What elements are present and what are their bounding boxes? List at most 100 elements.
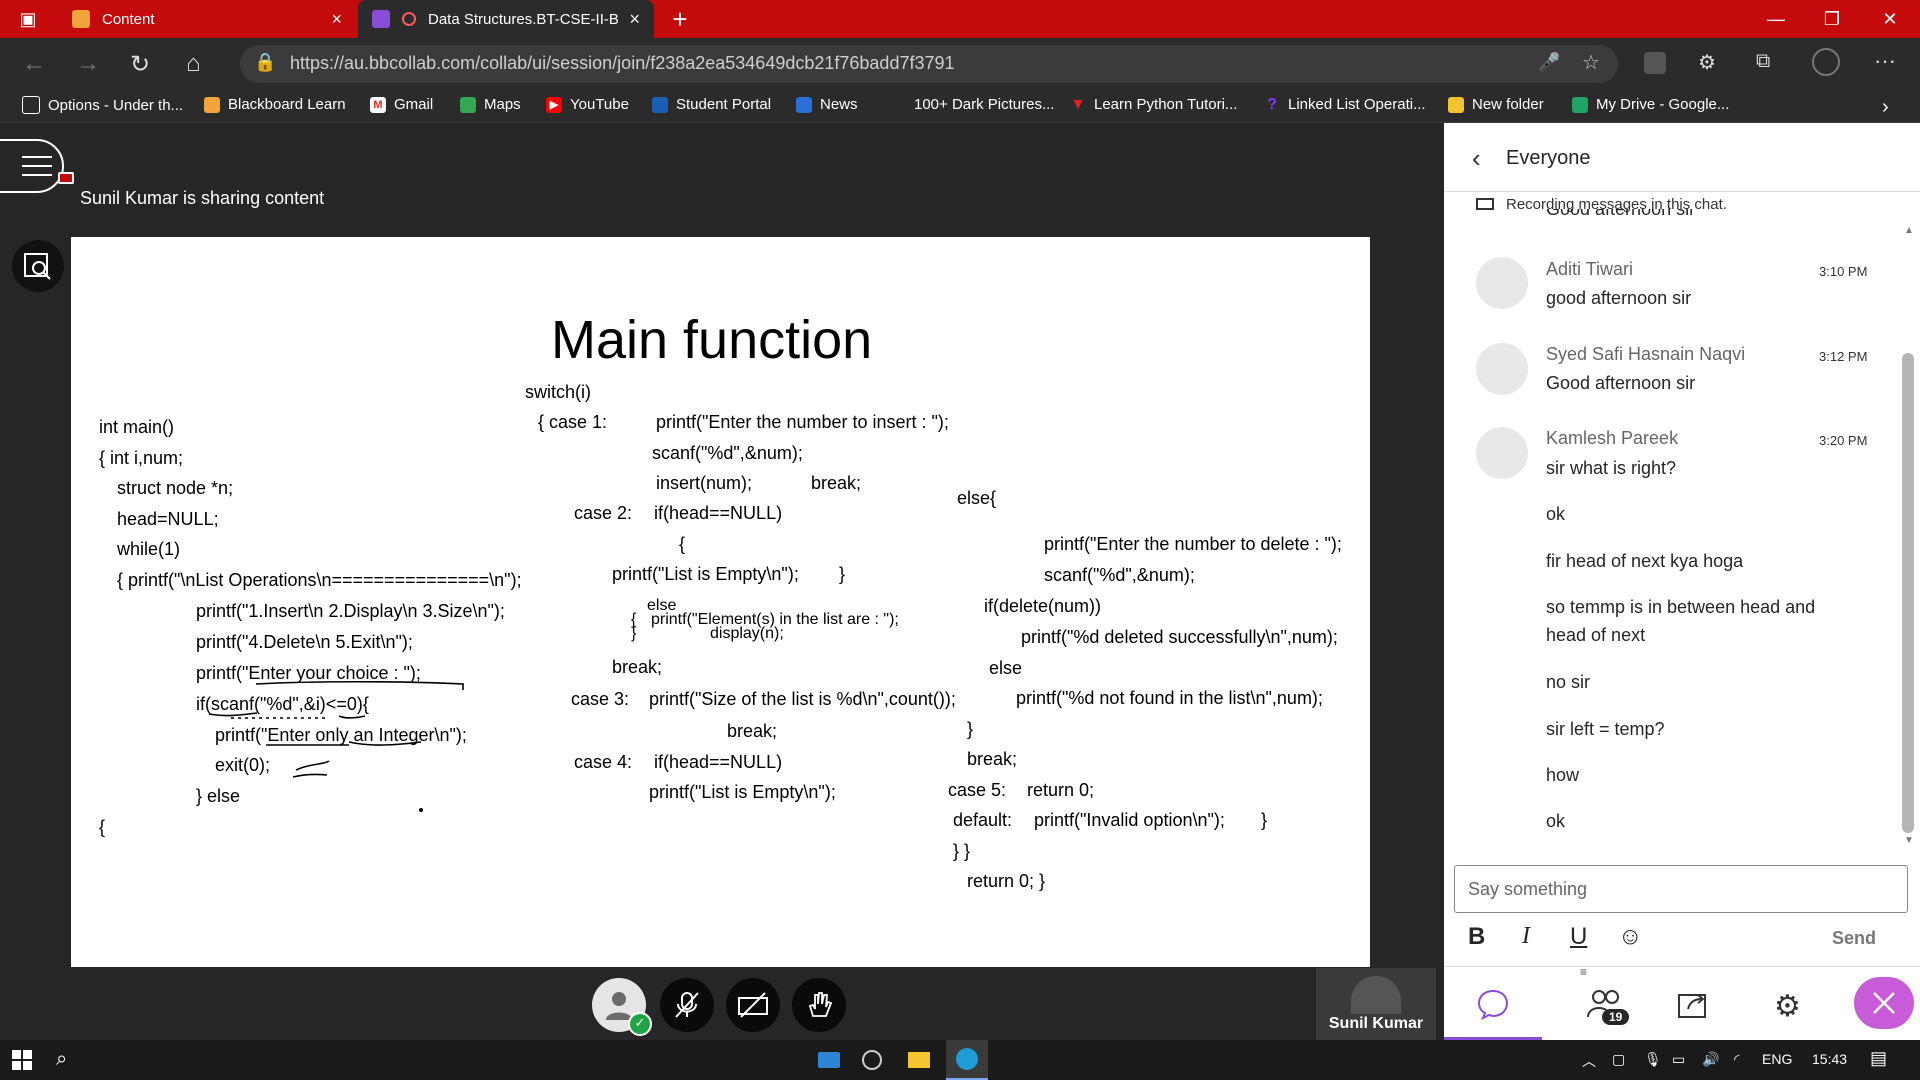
tab-content[interactable]: Content × <box>58 0 356 38</box>
my-status-button[interactable]: ✓ <box>592 978 652 1036</box>
message-time: 3:12 PM <box>1819 349 1868 364</box>
close-panel-button[interactable] <box>1854 977 1914 1029</box>
tab-title: Content <box>102 10 155 28</box>
youtube-icon: ▶ <box>546 96 562 113</box>
underline-button[interactable]: U <box>1570 923 1587 951</box>
volume-icon[interactable]: 🔊 <box>1702 1051 1719 1068</box>
back-chevron-icon[interactable]: ‹ <box>1472 143 1481 174</box>
notifications-icon[interactable]: ▤ <box>1870 1048 1887 1069</box>
italic-button[interactable]: I <box>1522 923 1530 950</box>
handwritten-annotations <box>208 680 464 812</box>
bookmark-item[interactable]: Blackboard Learn <box>204 96 346 113</box>
new-tab-button[interactable]: + <box>652 0 708 38</box>
bookmark-item[interactable]: Student Portal <box>652 96 771 113</box>
close-window-icon[interactable]: ✕ <box>1862 0 1918 38</box>
message-author: Syed Safi Hasnain Naqvi <box>1546 344 1746 364</box>
microphone-toggle-button[interactable] <box>660 978 714 1032</box>
windows-start-icon[interactable] <box>12 1050 32 1075</box>
scroll-up-icon[interactable]: ▲ <box>1904 225 1914 236</box>
chevron-right-icon[interactable]: › <box>1882 96 1889 119</box>
hamburger-icon[interactable] <box>22 156 52 183</box>
sap-icon <box>652 96 668 113</box>
settings-gear-icon[interactable]: ⚙ <box>1774 989 1801 1024</box>
bookmark-item[interactable]: New folder <box>1448 96 1544 113</box>
raise-hand-icon <box>808 992 833 1017</box>
chat-panel: ‹ Everyone Recording messages in this ch… <box>1444 123 1920 1041</box>
avatar <box>1476 427 1528 479</box>
favorite-star-icon[interactable]: ☆ <box>1582 50 1600 75</box>
dell-icon[interactable] <box>862 1050 882 1070</box>
mail-icon[interactable] <box>818 1052 840 1068</box>
tab-actions-icon[interactable]: ▣ <box>0 0 56 38</box>
minimize-icon[interactable]: — <box>1748 0 1804 38</box>
chat-input-placeholder: Say something <box>1468 879 1588 899</box>
edge-icon <box>956 1048 978 1070</box>
refresh-icon[interactable]: ↻ <box>130 50 150 79</box>
close-icon[interactable]: × <box>629 9 640 30</box>
emoji-button[interactable]: ☺ <box>1618 923 1643 951</box>
url-text[interactable]: https://au.bbcollab.com/collab/ui/sessio… <box>290 53 955 74</box>
language-indicator[interactable]: ENG <box>1762 1051 1792 1067</box>
chevron-up-icon[interactable]: ︿ <box>1582 1051 1596 1071</box>
drag-handle-icon[interactable]: ≡ <box>1580 965 1587 979</box>
avatar <box>1476 343 1528 395</box>
more-icon[interactable]: ··· <box>1874 48 1896 74</box>
bookmark-item[interactable]: Options - Under th... <box>22 96 183 114</box>
microphone-icon[interactable]: 🎤 <box>1538 52 1560 73</box>
message-text: sir left = temp? <box>1546 719 1665 739</box>
close-icon <box>1873 992 1895 1014</box>
bookmark-item[interactable]: My Drive - Google... <box>1572 96 1729 113</box>
message-text: sir what is right? <box>1546 458 1677 478</box>
extension-icon[interactable] <box>1644 52 1666 74</box>
chat-tab[interactable] <box>1444 967 1542 1041</box>
extensions-puzzle-icon[interactable]: ⚙ <box>1698 50 1716 75</box>
battery-icon[interactable]: ▭ <box>1672 1051 1685 1068</box>
back-icon[interactable]: ← <box>22 50 46 78</box>
bold-button[interactable]: B <box>1468 923 1485 951</box>
chat-header: ‹ Everyone <box>1444 123 1920 192</box>
restore-icon[interactable]: ❐ <box>1804 0 1860 38</box>
wifi-icon[interactable]: ◜ <box>1734 1051 1739 1068</box>
chat-title: Everyone <box>1506 147 1591 169</box>
status-check-icon: ✓ <box>628 1012 652 1036</box>
profile-icon[interactable] <box>1812 48 1840 76</box>
cut-off-message: Good afternoon sir <box>1546 209 1696 219</box>
chat-scrollbar[interactable] <box>1902 353 1914 833</box>
tab-collab-session[interactable]: Data Structures.BT-CSE-II-B × <box>358 0 654 38</box>
blackboard-icon <box>72 10 90 28</box>
bookmark-item[interactable]: M Gmail <box>370 96 433 113</box>
lock-icon[interactable]: 🔒 <box>254 52 276 73</box>
send-button[interactable]: Send <box>1832 928 1876 949</box>
windows-logo-icon <box>12 1050 32 1070</box>
share-content-tab[interactable] <box>1676 987 1710 1026</box>
close-icon[interactable]: × <box>331 9 342 30</box>
scroll-down-icon[interactable]: ▼ <box>1904 835 1914 846</box>
message-text: so temmp is in between head and head of … <box>1546 597 1816 645</box>
edge-taskbar-button[interactable] <box>946 1040 988 1080</box>
message-text: good afternoon sir <box>1546 288 1692 308</box>
bookmark-item[interactable]: ▶ YouTube <box>546 96 629 113</box>
raise-hand-button[interactable] <box>792 978 846 1032</box>
message-text: no sir <box>1546 672 1591 692</box>
file-explorer-icon[interactable] <box>908 1052 930 1068</box>
message-author: Kamlesh Pareek <box>1546 428 1679 448</box>
home-icon[interactable]: ⌂ <box>186 50 201 78</box>
microphone-tray-icon[interactable]: 🎙 <box>1644 1051 1662 1068</box>
bookmark-item[interactable]: ▼ Learn Python Tutori... <box>1070 96 1237 113</box>
bookmark-item[interactable]: ? Linked List Operati... <box>1264 96 1425 113</box>
camera-toggle-button[interactable] <box>726 978 780 1032</box>
bookmark-item[interactable]: News <box>796 96 858 113</box>
message-time: 3:10 PM <box>1819 264 1868 279</box>
attendees-tab[interactable]: 19 <box>1586 987 1630 1026</box>
bookmark-item[interactable]: Maps <box>460 96 521 113</box>
google-drive-icon <box>1572 96 1588 113</box>
chat-bubble-icon <box>1477 989 1509 1021</box>
clock[interactable]: 15:43 <box>1812 1051 1847 1067</box>
bookmark-item[interactable]: 100+ Dark Pictures... <box>914 96 1054 113</box>
zoom-content-button[interactable] <box>12 240 64 292</box>
forward-icon[interactable]: → <box>76 50 100 78</box>
collections-icon[interactable]: ⧉ <box>1756 50 1770 73</box>
presenter-name: Sunil Kumar <box>1328 1015 1424 1032</box>
network-device-icon[interactable]: ▢ <box>1612 1051 1625 1068</box>
search-icon[interactable]: ⌕ <box>56 1048 67 1071</box>
